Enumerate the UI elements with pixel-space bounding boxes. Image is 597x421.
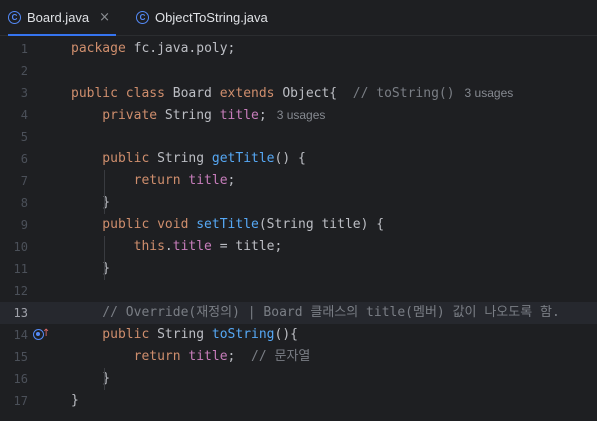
code-text: // Override(재정의) | Board 클래스의 title(멤버) … [71,302,560,324]
code-token: return [71,349,189,364]
code-token: } [71,393,79,408]
line-number[interactable]: 16 [0,368,28,390]
code-token: (){ [274,327,298,342]
code-line[interactable]: 2 [0,60,597,82]
code-line[interactable]: 3 public class Board extends Object{ // t… [0,82,597,104]
code-token: ; [227,173,236,188]
code-token: title [172,239,212,254]
code-text: public String toString(){ [71,324,298,346]
code-token: setTitle [196,217,259,232]
code-token: // Override(재정의) | Board 클래스의 title(멤버) … [71,305,560,320]
code-token: toString [211,327,275,342]
code-text: return title; // 문자열 [71,346,311,368]
arrow-up-icon: ↑ [42,328,51,339]
code-text: return title; [71,170,236,192]
code-text: private String title; 3 usages [71,104,325,127]
code-token: public class [71,86,173,101]
code-token: fc.java.poly; [133,41,236,56]
code-line[interactable]: 8 } [0,192,597,214]
line-number[interactable]: 11 [0,258,28,280]
code-line[interactable]: 12 [0,280,597,302]
line-number[interactable]: 12 [0,280,28,302]
code-token: this [71,239,165,254]
code-text: public void setTitle(String title) { [71,214,384,236]
code-line[interactable]: 1 package fc.java.poly; [0,38,597,60]
code-line[interactable]: 9 public void setTitle(String title) { [0,214,597,236]
line-number[interactable]: 15 [0,346,28,368]
code-line[interactable]: 15 return title; // 문자열 [0,346,597,368]
line-number[interactable]: 6 [0,148,28,170]
line-number[interactable]: 8 [0,192,28,214]
tab-label: Board.java [27,9,90,25]
class-icon: C [8,10,21,24]
code-token: public [71,151,158,166]
code-text: package fc.java.poly; [71,38,235,60]
line-number[interactable]: 14 [0,324,28,346]
code-text: public String getTitle() { [71,148,306,170]
indent-guide [104,368,105,390]
code-token: Board [172,86,220,101]
code-line[interactable]: 4 private String title; 3 usages [0,104,597,126]
indent-guide [104,236,105,280]
code-line[interactable]: 14 ↑ public String toString(){ [0,324,597,346]
code-token: (String title) { [258,217,385,232]
code-token: private [71,108,165,123]
line-number[interactable]: 17 [0,390,28,412]
code-token: public [71,327,158,342]
code-token: extends [219,86,283,101]
close-icon[interactable]: × [99,10,110,25]
code-token: title [188,173,228,188]
code-line[interactable]: 16 } [0,368,597,390]
code-line[interactable]: 13 // Override(재정의) | Board 클래스의 title(멤… [0,302,597,324]
tab-board-java[interactable]: C Board.java × [8,0,117,36]
code-text: public class Board extends Object{ // to… [71,82,513,105]
code-token: . [164,239,173,254]
code-line[interactable]: 7 return title; [0,170,597,192]
code-editor[interactable]: 17} 16 } 15 return title; // 문자열 14 ↑ public… [0,38,597,421]
code-token: ; [258,108,267,123]
line-number[interactable]: 10 [0,236,28,258]
code-line[interactable]: 5 [0,126,597,148]
code-token: package [71,41,134,56]
editor-tab-bar: C Board.java × C ObjectToString.java [0,0,597,36]
code-line[interactable]: 17} [0,390,597,412]
code-token: getTitle [211,151,275,166]
usages-hint[interactable]: 3 usages [277,108,326,122]
code-token: = title; [211,239,283,254]
indent-guide [104,170,105,214]
line-number[interactable]: 1 [0,38,28,60]
code-token: title [188,349,228,364]
class-icon: C [136,11,149,24]
tab-objecttostring-java[interactable]: C ObjectToString.java [136,0,268,35]
line-number[interactable]: 3 [0,82,28,104]
code-token: public void [71,217,197,232]
code-token: () { [274,151,306,166]
code-token: title [219,108,259,123]
code-line[interactable]: 11 } [0,258,597,280]
code-token: // toString() [352,86,455,101]
line-number[interactable]: 9 [0,214,28,236]
code-token: // 문자열 [251,349,311,364]
line-number[interactable]: 4 [0,104,28,126]
code-line[interactable]: 10 this.title = title; [0,236,597,258]
line-number[interactable]: 13 [0,302,28,324]
code-token: String [164,108,220,123]
code-token: String [157,327,212,342]
code-text: } [71,390,79,412]
code-token: return [71,173,189,188]
line-number[interactable]: 7 [0,170,28,192]
code-line[interactable]: 6 public String getTitle() { [0,148,597,170]
usages-hint[interactable]: 3 usages [465,86,514,100]
code-text: this.title = title; [71,236,283,258]
line-number[interactable]: 5 [0,126,28,148]
line-number[interactable]: 2 [0,60,28,82]
tab-label: ObjectToString.java [155,10,268,25]
code-token: Object{ [282,86,353,101]
code-token: ; [227,349,252,364]
code-token: String [157,151,212,166]
